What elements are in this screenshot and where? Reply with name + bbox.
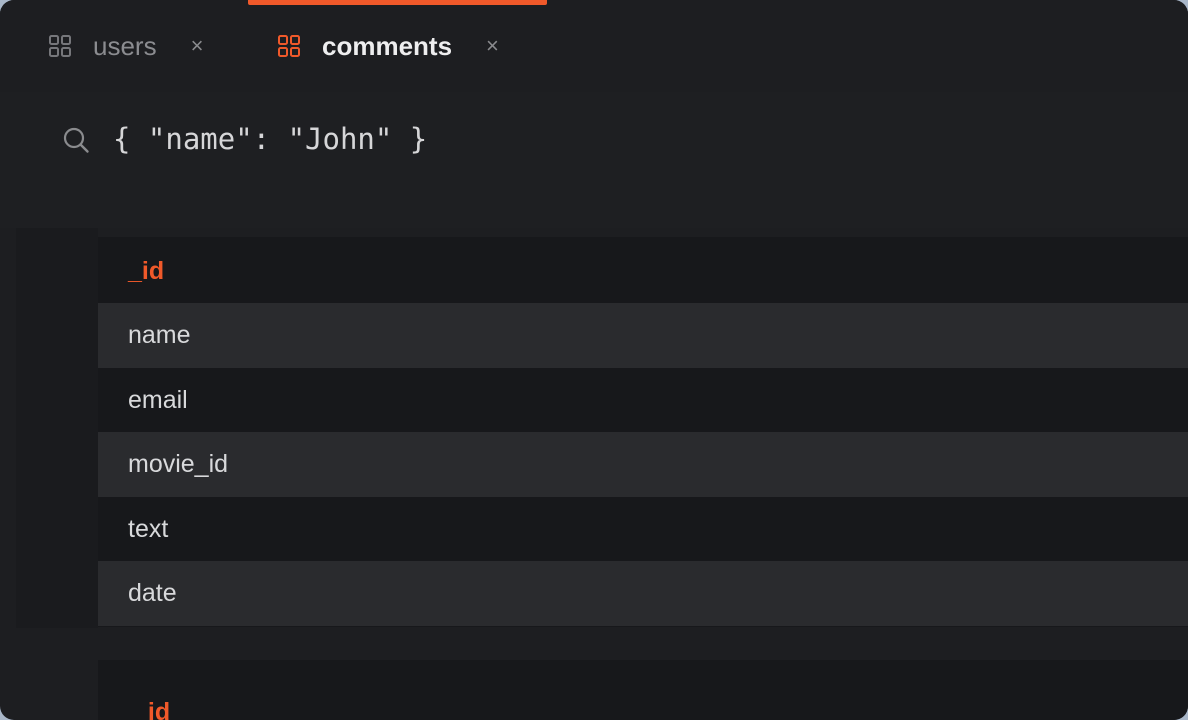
document-card[interactable]: _id name email movie_id text date	[98, 237, 1188, 627]
results-gutter	[16, 228, 98, 628]
field-label: name	[128, 321, 191, 349]
field-label: movie_id	[128, 450, 229, 478]
query-bar[interactable]: { "name": "John" }	[0, 92, 1188, 228]
grid-icon	[278, 35, 300, 57]
field-label: _id	[134, 698, 171, 720]
field-row-name[interactable]: name	[98, 303, 1188, 368]
field-row-text[interactable]: text	[98, 497, 1188, 562]
tab-comments[interactable]: comments ×	[278, 0, 499, 92]
field-row-email[interactable]: email	[98, 368, 1188, 433]
tab-users-label: users	[93, 31, 157, 61]
query-input[interactable]: { "name": "John" }	[113, 122, 427, 156]
field-label: email	[128, 386, 188, 414]
field-row-id[interactable]: _id	[98, 239, 1188, 304]
field-label: _id	[128, 257, 165, 285]
grid-icon	[49, 35, 71, 57]
search-icon	[63, 127, 89, 153]
field-row-date[interactable]: date	[98, 561, 1188, 626]
tab-comments-label: comments	[322, 31, 453, 61]
document-card[interactable]: _id	[98, 660, 1188, 720]
close-icon[interactable]: ×	[191, 35, 204, 57]
tab-bar: users × comments ×	[0, 0, 1188, 92]
tab-users[interactable]: users ×	[49, 0, 203, 92]
app-window: users × comments × { "name": "John" } _i…	[0, 0, 1188, 720]
close-icon[interactable]: ×	[486, 35, 499, 57]
field-row-movie-id[interactable]: movie_id	[98, 432, 1188, 497]
field-label: date	[128, 579, 177, 607]
field-label: text	[128, 515, 169, 543]
